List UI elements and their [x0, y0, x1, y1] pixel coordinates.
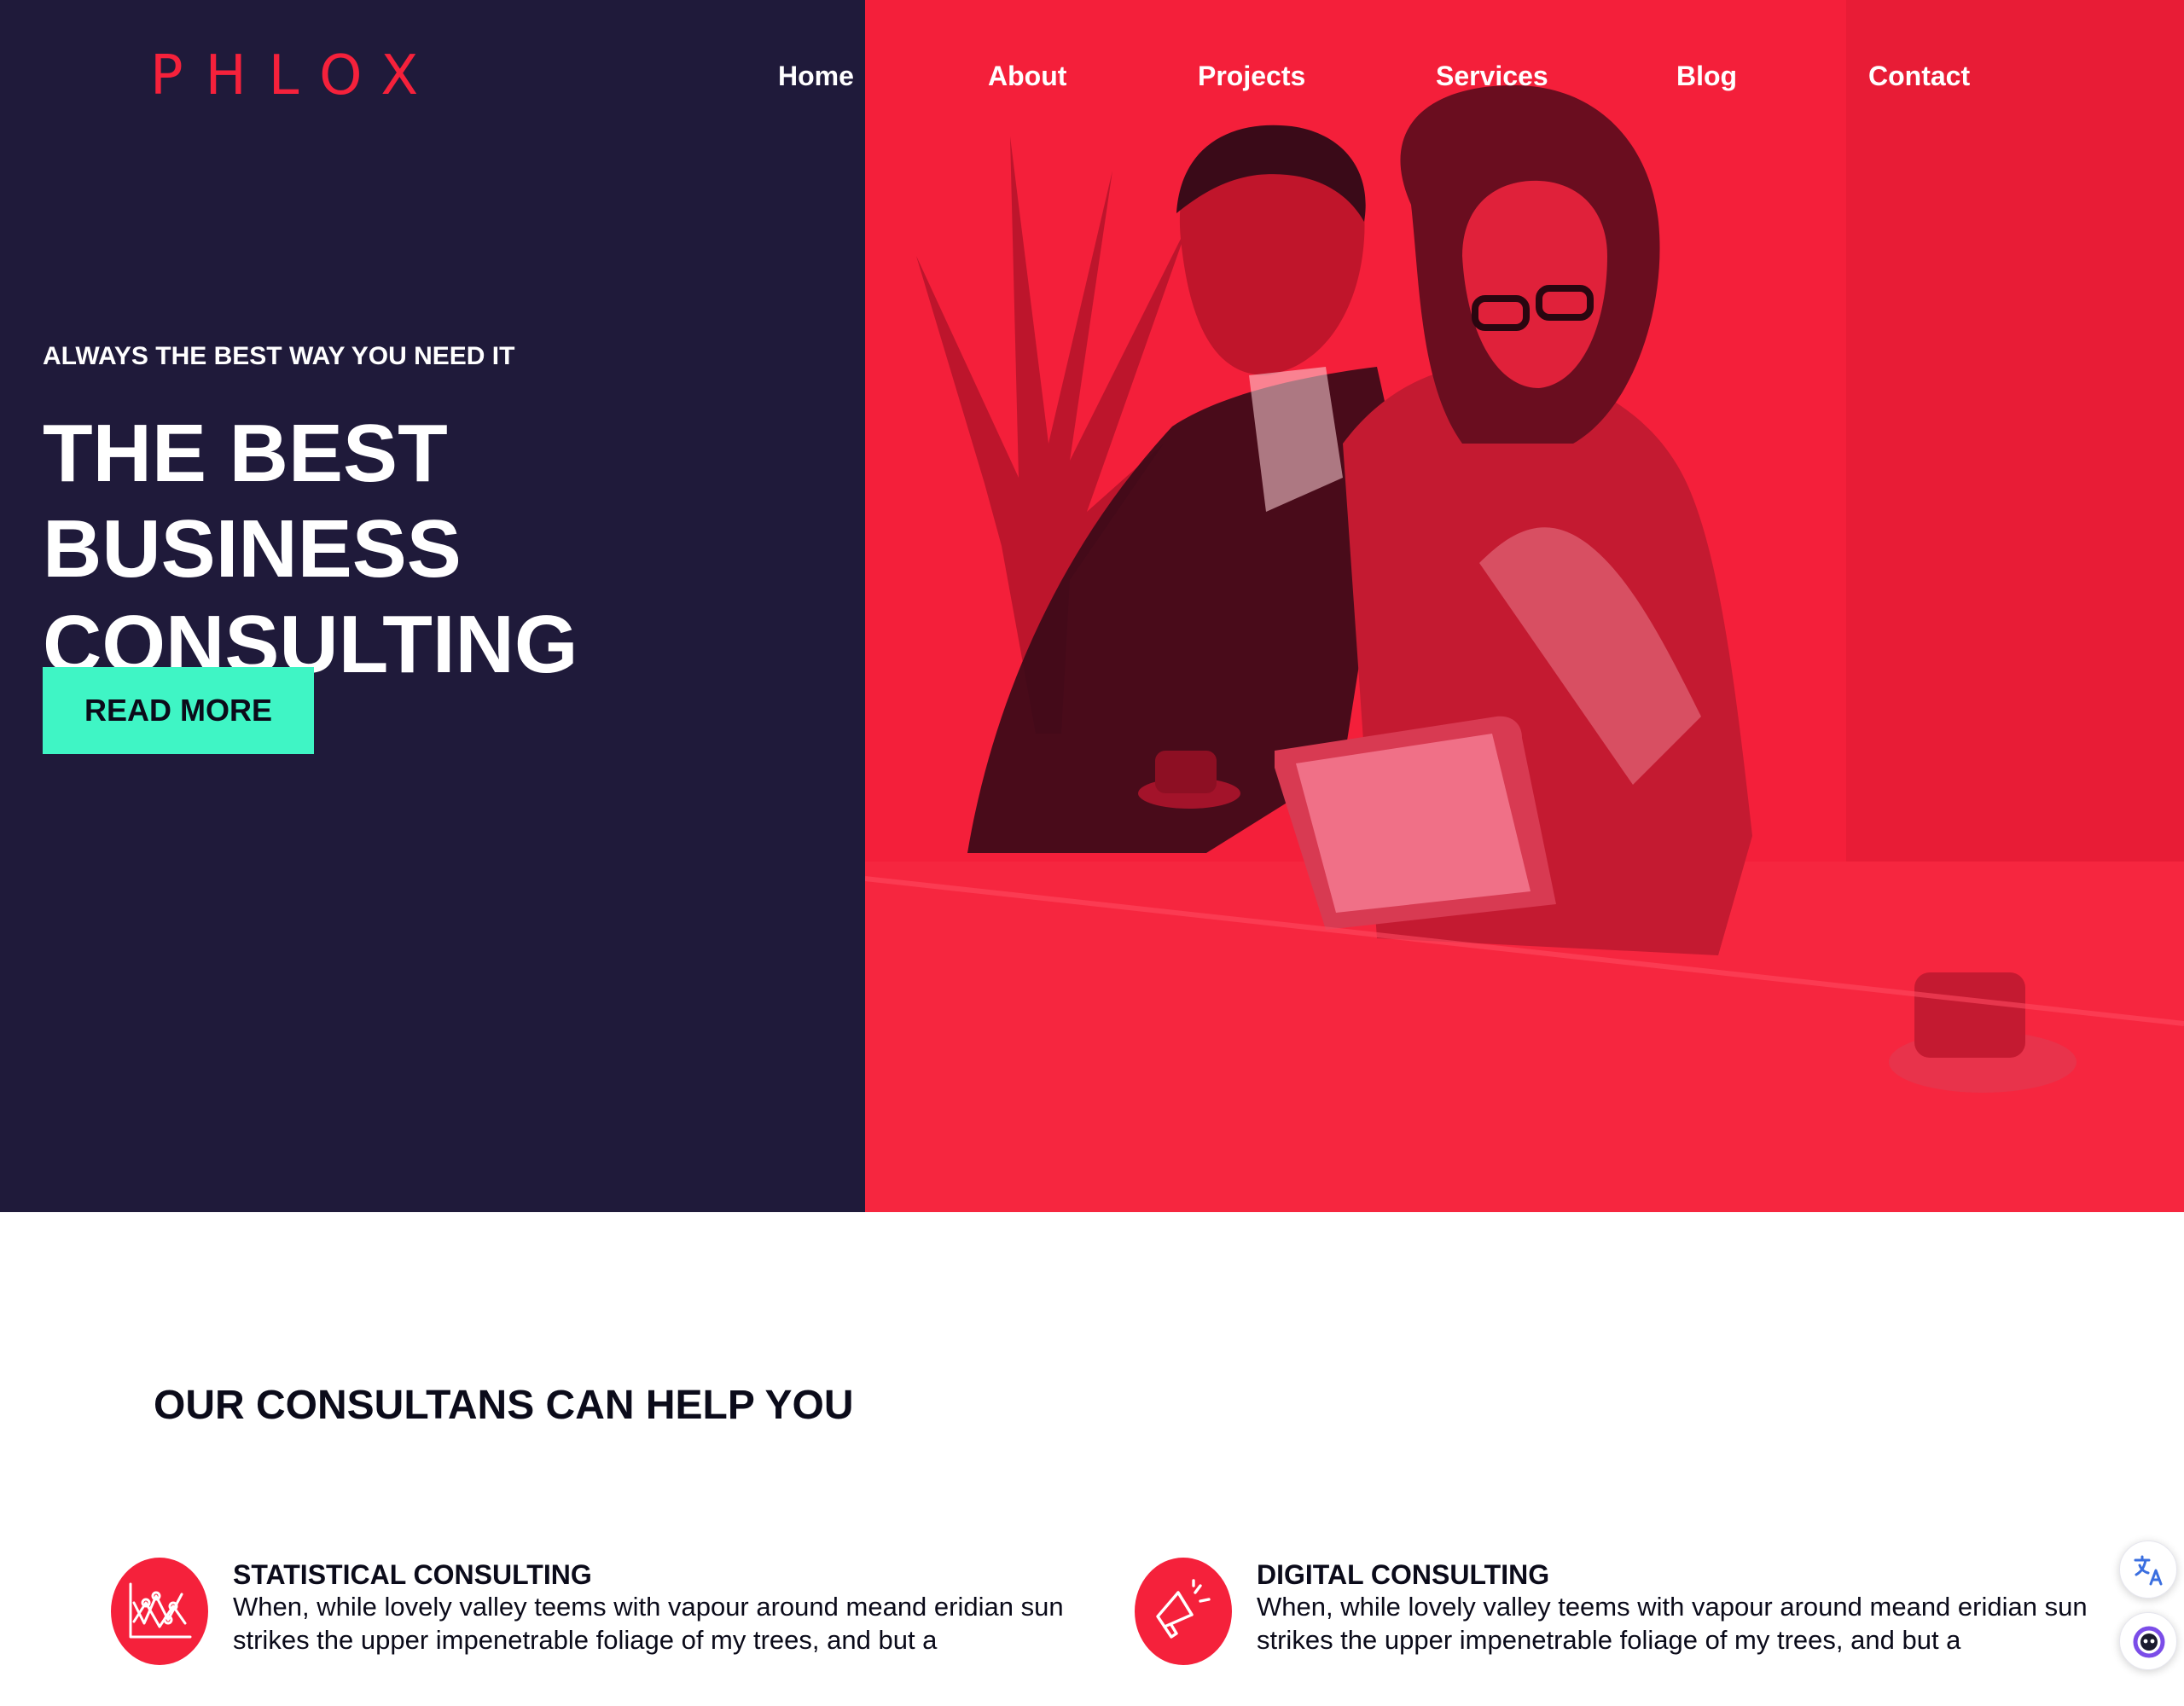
service-title: DIGITAL CONSULTING: [1257, 1559, 1550, 1590]
read-more-button[interactable]: READ MORE: [43, 667, 314, 754]
hero-image: [865, 0, 2184, 1212]
translate-button[interactable]: [2119, 1541, 2177, 1599]
hero-section: PHLOX Home About Projects Services Blog …: [0, 0, 2184, 1212]
megaphone-icon: [1156, 1579, 1211, 1639]
hero-headline: THE BEST BUSINESS CONSULTING: [43, 408, 578, 690]
translate-icon: [2134, 1555, 2163, 1586]
services-title: OUR CONSULTANS CAN HELP YOU: [154, 1383, 854, 1428]
business-meeting-photo: [865, 0, 2184, 1212]
service-description: When, while lovely valley teems with vap…: [233, 1592, 1064, 1655]
assistant-icon: [2133, 1626, 2165, 1658]
service-icon-circle: [111, 1558, 208, 1665]
chart-icon: [129, 1582, 192, 1639]
service-title: STATISTICAL CONSULTING: [233, 1559, 592, 1590]
main-nav: Home About Projects Services Blog Contac…: [0, 55, 2184, 97]
nav-about[interactable]: About: [988, 55, 1066, 97]
service-icon-circle: [1135, 1558, 1232, 1665]
service-digital: DIGITAL CONSULTING When, while lovely va…: [1135, 1558, 2107, 1668]
nav-services[interactable]: Services: [1436, 55, 1548, 97]
nav-projects[interactable]: Projects: [1198, 55, 1305, 97]
service-description: When, while lovely valley teems with vap…: [1257, 1592, 2088, 1655]
nav-contact[interactable]: Contact: [1868, 55, 1970, 97]
service-statistical: STATISTICAL CONSULTING When, while lovel…: [111, 1558, 1083, 1668]
assistant-button[interactable]: [2119, 1612, 2177, 1670]
nav-blog[interactable]: Blog: [1676, 55, 1737, 97]
hero-eyebrow: ALWAYS THE BEST WAY YOU NEED IT: [43, 342, 515, 370]
nav-home[interactable]: Home: [778, 55, 854, 97]
